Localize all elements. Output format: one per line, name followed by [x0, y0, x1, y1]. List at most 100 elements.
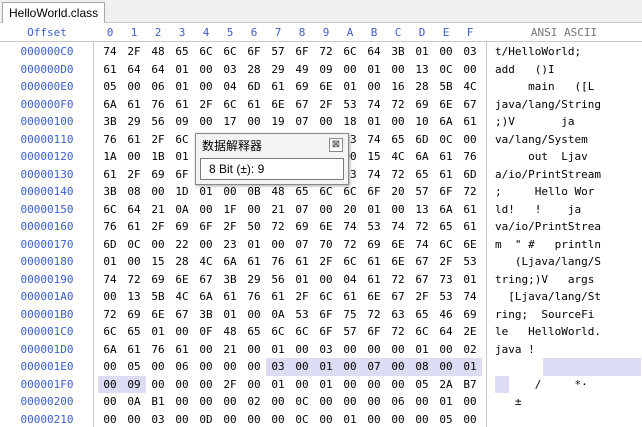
hex-byte[interactable]: 6E [314, 78, 338, 96]
hex-byte[interactable]: 01 [314, 376, 338, 394]
hex-byte[interactable]: 76 [146, 96, 170, 114]
hex-byte[interactable]: 3B [98, 183, 122, 201]
hex-row[interactable]: 3B 08 00 1D 01 00 0B 48 65 6C 6C 6F 20 57 6F 72 [94, 183, 486, 201]
hex-byte[interactable]: 15 [146, 253, 170, 271]
ansi-row[interactable]: out Ljav [495, 148, 641, 166]
hex-byte[interactable]: 07 [290, 113, 314, 131]
hex-byte[interactable]: 6F [362, 183, 386, 201]
ansi-row[interactable]: ld! ! ja [495, 201, 641, 219]
hex-byte[interactable]: 4C [386, 148, 410, 166]
hex-byte[interactable]: 00 [194, 201, 218, 219]
hex-byte[interactable]: 01 [314, 358, 338, 376]
hex-byte[interactable]: 2F [146, 218, 170, 236]
hex-byte[interactable]: 08 [410, 358, 434, 376]
hex-byte[interactable]: 61 [338, 288, 362, 306]
hex-byte[interactable]: 6C [290, 323, 314, 341]
hex-byte[interactable]: 05 [98, 78, 122, 96]
ansi-row[interactable]: ± [495, 393, 641, 411]
hex-byte[interactable]: 04 [338, 271, 362, 289]
hex-byte[interactable]: 48 [266, 183, 290, 201]
hex-byte[interactable]: 00 [362, 393, 386, 411]
hex-byte[interactable]: 05 [122, 358, 146, 376]
hex-byte[interactable]: 6E [386, 253, 410, 271]
hex-byte[interactable]: 74 [410, 236, 434, 254]
hex-byte[interactable]: 72 [122, 271, 146, 289]
ansi-row[interactable]: java ! [495, 341, 641, 359]
hex-byte[interactable]: 01 [290, 271, 314, 289]
hex-byte[interactable]: 00 [242, 201, 266, 219]
ansi-row[interactable]: main ([L [495, 78, 641, 96]
hex-byte[interactable]: 01 [266, 341, 290, 359]
hex-byte[interactable]: 09 [170, 113, 194, 131]
hex-byte[interactable]: 6F [362, 323, 386, 341]
hex-byte[interactable]: B1 [146, 393, 170, 411]
hex-byte[interactable]: 53 [434, 288, 458, 306]
hex-byte[interactable]: 00 [362, 376, 386, 394]
hex-row[interactable]: 74 72 69 6E 67 3B 29 56 01 00 04 61 72 67 73 01 [94, 271, 486, 289]
hex-byte[interactable]: 61 [170, 96, 194, 114]
hex-byte[interactable]: 46 [434, 306, 458, 324]
hex-byte[interactable]: 49 [290, 61, 314, 79]
hex-byte[interactable]: 4C [194, 253, 218, 271]
hex-byte[interactable]: 61 [266, 78, 290, 96]
hex-row[interactable]: 61 64 64 01 00 03 28 29 49 09 00 01 00 13 0C 00 [94, 61, 486, 79]
hex-byte[interactable]: 19 [266, 113, 290, 131]
hex-byte[interactable]: 4C [170, 288, 194, 306]
hex-byte[interactable]: 76 [242, 288, 266, 306]
hex-byte[interactable]: 61 [122, 341, 146, 359]
hex-byte[interactable]: 67 [386, 288, 410, 306]
hex-byte[interactable]: 6C [314, 183, 338, 201]
hex-byte[interactable]: 50 [242, 218, 266, 236]
hex-byte[interactable]: 29 [242, 271, 266, 289]
hex-byte[interactable]: 00 [194, 78, 218, 96]
hex-row[interactable]: 05 00 06 01 00 04 6D 61 69 6E 01 00 16 28 5B 4C [94, 78, 486, 96]
hex-byte[interactable]: 1F [218, 201, 242, 219]
hex-byte[interactable]: 69 [362, 236, 386, 254]
hex-byte[interactable]: 6E [362, 288, 386, 306]
hex-byte[interactable]: 00 [314, 201, 338, 219]
hex-byte[interactable]: 69 [290, 218, 314, 236]
hex-byte[interactable]: 00 [290, 341, 314, 359]
hex-row[interactable]: 00 00 03 00 0D 00 00 00 0C 00 01 00 00 00 05 00 [94, 411, 486, 427]
hex-byte[interactable]: 69 [122, 306, 146, 324]
hex-byte[interactable]: 61 [242, 253, 266, 271]
hex-byte[interactable]: 6C [170, 131, 194, 149]
hex-byte[interactable]: 03 [314, 341, 338, 359]
hex-byte[interactable]: 6C [218, 96, 242, 114]
hex-byte[interactable]: 56 [146, 113, 170, 131]
ansi-row[interactable]: add ()I [495, 61, 641, 79]
hex-byte[interactable]: 6C [314, 288, 338, 306]
hex-byte[interactable]: 6A [98, 96, 122, 114]
hex-byte[interactable]: 65 [290, 183, 314, 201]
hex-byte[interactable]: 72 [314, 43, 338, 61]
hex-grid[interactable]: 74 2F 48 65 6C 6C 6F 57 6F 72 6C 64 3B 01 00 03 61 64 64 01… [94, 41, 486, 427]
hex-byte[interactable]: 00 [314, 411, 338, 427]
hex-byte[interactable]: 01 [458, 358, 482, 376]
hex-byte[interactable]: 61 [122, 96, 146, 114]
hex-byte[interactable]: 06 [386, 393, 410, 411]
hex-byte[interactable]: 61 [266, 288, 290, 306]
hex-byte[interactable]: 00 [242, 306, 266, 324]
hex-byte[interactable]: 00 [410, 411, 434, 427]
hex-row[interactable]: 00 13 5B 4C 6A 61 76 61 2F 6C 61 6E 67 2F 53 74 [94, 288, 486, 306]
hex-byte[interactable]: 5B [146, 288, 170, 306]
hex-byte[interactable]: 64 [122, 61, 146, 79]
hex-byte[interactable]: 53 [338, 96, 362, 114]
hex-byte[interactable]: 72 [386, 323, 410, 341]
hex-byte[interactable]: 2F [122, 166, 146, 184]
hex-byte[interactable]: 09 [314, 61, 338, 79]
ansi-column[interactable]: t/HelloWorld; add ()I main ([L java/lang/S… [486, 41, 642, 427]
hex-byte[interactable]: 2F [218, 218, 242, 236]
hex-byte[interactable]: 0D [194, 411, 218, 427]
hex-byte[interactable]: 74 [386, 218, 410, 236]
hex-byte[interactable]: 3B [218, 271, 242, 289]
hex-byte[interactable]: 6A [410, 148, 434, 166]
hex-byte[interactable]: 00 [218, 411, 242, 427]
hex-byte[interactable]: 00 [122, 411, 146, 427]
hex-byte[interactable]: 29 [122, 113, 146, 131]
hex-byte[interactable]: 00 [194, 113, 218, 131]
hex-byte[interactable]: 0C [434, 61, 458, 79]
hex-byte[interactable]: 6A [434, 201, 458, 219]
hex-byte[interactable]: 6C [434, 236, 458, 254]
hex-byte[interactable]: 01 [338, 78, 362, 96]
